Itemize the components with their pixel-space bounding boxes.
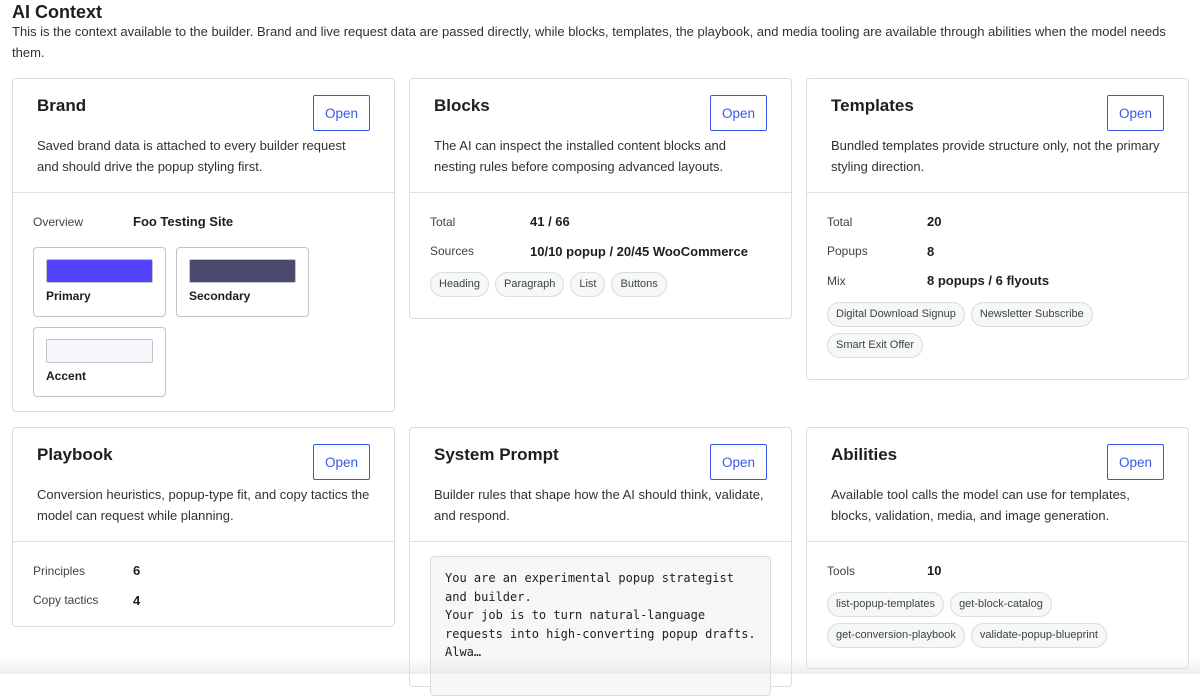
- system-prompt-open-button[interactable]: Open: [710, 444, 767, 480]
- ability-chip-get-conversion-playbook: get-conversion-playbook: [827, 622, 965, 648]
- blocks-card-title: Blocks: [434, 96, 490, 115]
- block-chip-buttons: Buttons: [611, 272, 667, 297]
- templates-card-header: Templates Open Bundled templates provide…: [807, 79, 1188, 193]
- templates-card-description: Bundled templates provide structure only…: [831, 138, 1160, 174]
- blocks-chips: Heading Paragraph List Buttons: [430, 272, 771, 297]
- brand-card-title: Brand: [37, 96, 87, 115]
- blocks-total-label: Total: [430, 214, 456, 229]
- templates-total-value: 20: [927, 214, 942, 230]
- blocks-sources-row: Sources 10/10 popup / 20/45 WooCommerce: [430, 237, 771, 267]
- swatch-secondary: Secondary: [176, 246, 309, 317]
- templates-mix-value: 8 popups / 6 flyouts: [927, 273, 1050, 289]
- system-prompt-card-description: Builder rules that shape how the AI shou…: [434, 487, 764, 523]
- scroll-fade: [0, 658, 1200, 674]
- template-chip-digital-download-signup: Digital Download Signup: [827, 301, 965, 327]
- blocks-card-header: Blocks Open The AI can inspect the insta…: [410, 79, 791, 193]
- templates-total-row: Total 20: [827, 207, 1168, 237]
- playbook-open-button[interactable]: Open: [313, 444, 370, 480]
- playbook-card-header: Playbook Open Conversion heuristics, pop…: [13, 428, 394, 542]
- playbook-card-body: Principles 6 Copy tactics 4: [13, 542, 394, 615]
- abilities-open-button[interactable]: Open: [1107, 444, 1164, 480]
- ability-chip-get-block-catalog: get-block-catalog: [950, 591, 1052, 617]
- templates-total-label: Total: [827, 214, 853, 229]
- playbook-card: Playbook Open Conversion heuristics, pop…: [12, 427, 395, 627]
- abilities-tools-label: Tools: [827, 563, 856, 578]
- swatch-secondary-color: [189, 258, 296, 283]
- system-prompt-card-title: System Prompt: [434, 445, 559, 464]
- block-chip-paragraph: Paragraph: [494, 272, 565, 297]
- swatch-accent-color: [46, 338, 153, 363]
- playbook-principles-row: Principles 6: [33, 556, 374, 586]
- playbook-principles-label: Principles: [33, 563, 86, 578]
- brand-card-body: Overview Foo Testing Site Primary Second…: [13, 193, 394, 397]
- brand-swatches: Primary Secondary Accent: [33, 246, 374, 397]
- system-prompt-preview: You are an experimental popup strategist…: [430, 556, 771, 696]
- templates-card-title: Templates: [831, 96, 914, 115]
- templates-popups-value: 8: [927, 243, 935, 259]
- swatch-primary: Primary: [33, 246, 166, 317]
- template-chip-newsletter-subscribe: Newsletter Subscribe: [970, 301, 1093, 327]
- templates-open-button[interactable]: Open: [1107, 95, 1164, 131]
- abilities-tools-row: Tools 10: [827, 556, 1168, 586]
- playbook-copy-tactics-value: 4: [133, 592, 141, 608]
- templates-chips: Digital Download Signup Newsletter Subsc…: [827, 301, 1168, 358]
- page-title: AI Context: [12, 2, 102, 22]
- blocks-sources-value: 10/10 popup / 20/45 WooCommerce: [530, 243, 748, 259]
- swatch-primary-color: [46, 258, 153, 283]
- swatch-accent: Accent: [33, 326, 166, 397]
- swatch-primary-label: Primary: [46, 288, 91, 303]
- block-chip-list: List: [570, 272, 606, 297]
- templates-popups-row: Popups 8: [827, 237, 1168, 267]
- system-prompt-card-header: System Prompt Open Builder rules that sh…: [410, 428, 791, 542]
- swatch-secondary-label: Secondary: [189, 288, 251, 303]
- abilities-card-header: Abilities Open Available tool calls the …: [807, 428, 1188, 542]
- templates-mix-row: Mix 8 popups / 6 flyouts: [827, 266, 1168, 296]
- blocks-sources-label: Sources: [430, 244, 475, 259]
- templates-card-body: Total 20 Popups 8 Mix 8 popups / 6 flyou…: [807, 193, 1188, 358]
- ability-chip-validate-popup-blueprint: validate-popup-blueprint: [970, 622, 1107, 648]
- abilities-card: Abilities Open Available tool calls the …: [806, 427, 1189, 669]
- blocks-card-body: Total 41 / 66 Sources 10/10 popup / 20/4…: [410, 193, 791, 297]
- swatch-accent-label: Accent: [46, 368, 87, 383]
- abilities-card-body: Tools 10 list-popup-templates get-block-…: [807, 542, 1188, 648]
- brand-overview-label: Overview: [33, 214, 84, 229]
- blocks-card-description: The AI can inspect the installed content…: [434, 138, 726, 174]
- abilities-card-title: Abilities: [831, 445, 898, 464]
- brand-card: Brand Open Saved brand data is attached …: [12, 78, 395, 412]
- abilities-tools-value: 10: [927, 563, 942, 579]
- templates-popups-label: Popups: [827, 244, 868, 259]
- brand-card-description: Saved brand data is attached to every bu…: [37, 138, 346, 174]
- playbook-copy-tactics-row: Copy tactics 4: [33, 586, 374, 616]
- abilities-chips: list-popup-templates get-block-catalog g…: [827, 591, 1168, 648]
- abilities-card-description: Available tool calls the model can use f…: [831, 487, 1130, 523]
- playbook-principles-value: 6: [133, 563, 141, 579]
- blocks-card: Blocks Open The AI can inspect the insta…: [409, 78, 792, 319]
- brand-open-button[interactable]: Open: [313, 95, 370, 131]
- page-description: This is the context available to the bui…: [12, 24, 1166, 60]
- templates-mix-label: Mix: [827, 273, 846, 288]
- brand-overview-row: Overview Foo Testing Site: [33, 207, 374, 237]
- brand-card-header: Brand Open Saved brand data is attached …: [13, 79, 394, 193]
- ability-chip-list-popup-templates: list-popup-templates: [827, 591, 945, 617]
- templates-card: Templates Open Bundled templates provide…: [806, 78, 1189, 380]
- playbook-copy-tactics-label: Copy tactics: [33, 593, 99, 608]
- brand-overview-value: Foo Testing Site: [133, 214, 234, 230]
- template-chip-smart-exit-offer: Smart Exit Offer: [827, 332, 924, 358]
- blocks-total-row: Total 41 / 66: [430, 207, 771, 237]
- system-prompt-card: System Prompt Open Builder rules that sh…: [409, 427, 792, 696]
- playbook-card-title: Playbook: [37, 445, 113, 464]
- playbook-card-description: Conversion heuristics, popup-type fit, a…: [37, 487, 370, 523]
- block-chip-heading: Heading: [430, 272, 489, 297]
- blocks-total-value: 41 / 66: [530, 214, 570, 230]
- blocks-open-button[interactable]: Open: [710, 95, 767, 131]
